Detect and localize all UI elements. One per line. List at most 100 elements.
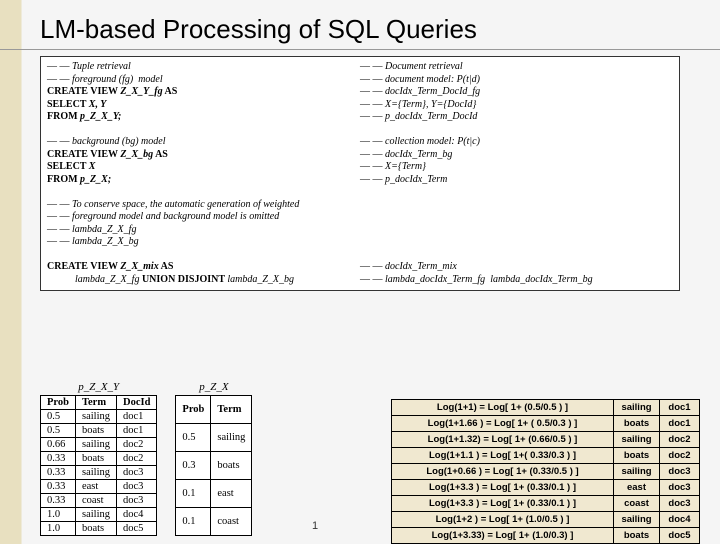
- sql-line: [360, 236, 673, 249]
- sql-line: [360, 199, 673, 212]
- table-cell: 0.3: [176, 452, 211, 480]
- table-cell: Log(1+2 ) = Log[ 1+ (1.0/0.5 ) ]: [392, 512, 614, 528]
- sql-line: — — Document retrieval: [360, 61, 673, 74]
- sql-line: — — foreground model and background mode…: [47, 211, 360, 224]
- table-cell: sailing: [614, 432, 660, 448]
- table-cell: 1.0: [41, 522, 76, 536]
- table-row: 1.0sailingdoc4: [41, 508, 157, 522]
- sql-line: CREATE VIEW Z_X_Y_fg AS: [47, 86, 360, 99]
- sql-line: — — lambda_Z_X_bg: [47, 236, 360, 249]
- table-cell: sailing: [614, 512, 660, 528]
- table-cell: sailing: [75, 508, 116, 522]
- table-row: 0.1coast: [176, 508, 252, 536]
- table-cell: doc2: [660, 448, 700, 464]
- table-row: Log(1+0.66 ) = Log[ 1+ (0.33/0.5 ) ]sail…: [392, 464, 700, 480]
- sql-line: [360, 224, 673, 237]
- sql-line: — — docIdx_Term_bg: [360, 149, 673, 162]
- sql-line: [360, 211, 673, 224]
- table-cell: boats: [614, 448, 660, 464]
- table-cell: 0.5: [41, 424, 76, 438]
- table-cell: 0.5: [41, 410, 76, 424]
- table-cell: Log(1+1.32) = Log[ 1+ (0.66/0.5 ) ]: [392, 432, 614, 448]
- table-row: 1.0boatsdoc5: [41, 522, 157, 536]
- table-cell: Log(1+3.3 ) = Log[ 1+ (0.33/0.1 ) ]: [392, 480, 614, 496]
- table1-caption: p_Z_X_Y: [40, 381, 157, 395]
- sql-line: FROM p_Z_X;: [47, 174, 360, 187]
- table-cell: doc3: [116, 466, 156, 480]
- slide-number: 1: [312, 520, 318, 532]
- table-row: Log(1+1.1 ) = Log[ 1+( 0.33/0.3 ) ]boats…: [392, 448, 700, 464]
- table-cell: Log(1+3.33) = Log[ 1+ (1.0/0.3) ]: [392, 528, 614, 544]
- table-row: 0.66sailingdoc2: [41, 438, 157, 452]
- table-cell: doc3: [116, 494, 156, 508]
- table-cell: doc5: [116, 522, 156, 536]
- table-cell: doc2: [116, 438, 156, 452]
- table-row: Log(1+1.32) = Log[ 1+ (0.66/0.5 ) ]saili…: [392, 432, 700, 448]
- table-cell: boats: [614, 528, 660, 544]
- sql-line: — — To conserve space, the automatic gen…: [47, 199, 360, 212]
- table-cell: sailing: [614, 400, 660, 416]
- table-cell: coast: [614, 496, 660, 512]
- table2-caption: p_Z_X: [175, 381, 252, 395]
- table-cell: doc4: [116, 508, 156, 522]
- table-row: 0.33coastdoc3: [41, 494, 157, 508]
- table-cell: doc3: [116, 480, 156, 494]
- table-cell: doc3: [660, 464, 700, 480]
- small-tables-container: p_Z_X_Y ProbTermDocId0.5sailingdoc10.5bo…: [40, 381, 252, 536]
- log-computation-table: Log(1+1) = Log[ 1+ (0.5/0.5 ) ]sailingdo…: [391, 399, 700, 544]
- table-cell: sailing: [75, 410, 116, 424]
- table-cell: Log(1+1) = Log[ 1+ (0.5/0.5 ) ]: [392, 400, 614, 416]
- table-cell: doc2: [660, 432, 700, 448]
- table-cell: 0.33: [41, 452, 76, 466]
- table-cell: east: [211, 480, 252, 508]
- sql-line: SELECT X, Y: [47, 99, 360, 112]
- table-row: Log(1+3.3 ) = Log[ 1+ (0.33/0.1 ) ]eastd…: [392, 480, 700, 496]
- sql-line: — — docIdx_Term_DocId_fg: [360, 86, 673, 99]
- table-row: 0.33boatsdoc2: [41, 452, 157, 466]
- sql-right-column: — — Document retrieval— — document model…: [360, 61, 673, 286]
- table-cell: doc2: [116, 452, 156, 466]
- table-cell: boats: [75, 522, 116, 536]
- table-cell: doc1: [116, 424, 156, 438]
- table-cell: doc1: [660, 400, 700, 416]
- table-cell: doc4: [660, 512, 700, 528]
- sql-line: — — lambda_docIdx_Term_fg lambda_docIdx_…: [360, 274, 673, 287]
- table-cell: boats: [75, 424, 116, 438]
- p-z-x-table: p_Z_X ProbTerm0.5sailing0.3boats0.1east0…: [175, 381, 252, 536]
- table-cell: Log(1+0.66 ) = Log[ 1+ (0.33/0.5 ) ]: [392, 464, 614, 480]
- table-row: 0.5boatsdoc1: [41, 424, 157, 438]
- table-cell: doc5: [660, 528, 700, 544]
- table-cell: doc1: [116, 410, 156, 424]
- sql-line: CREATE VIEW Z_X_mix AS: [47, 261, 360, 274]
- table-header: Prob: [41, 396, 76, 410]
- sql-line: — — docIdx_Term_mix: [360, 261, 673, 274]
- sql-line: [47, 249, 360, 262]
- table-row: Log(1+1) = Log[ 1+ (0.5/0.5 ) ]sailingdo…: [392, 400, 700, 416]
- sql-line: [360, 124, 673, 137]
- table-cell: 0.5: [176, 424, 211, 452]
- p-z-x-y-table: p_Z_X_Y ProbTermDocId0.5sailingdoc10.5bo…: [40, 381, 157, 536]
- table-cell: 0.66: [41, 438, 76, 452]
- sql-line: — — lambda_Z_X_fg: [47, 224, 360, 237]
- table-row: Log(1+3.3 ) = Log[ 1+ (0.33/0.1 ) ]coast…: [392, 496, 700, 512]
- table-header: DocId: [116, 396, 156, 410]
- sql-left-column: — — Tuple retrieval— — foreground (fg) m…: [47, 61, 360, 286]
- sql-code-frame: — — Tuple retrieval— — foreground (fg) m…: [40, 56, 680, 291]
- sql-line: — — X={Term}, Y={DocId}: [360, 99, 673, 112]
- table-cell: sailing: [75, 466, 116, 480]
- sql-line: — — foreground (fg) model: [47, 74, 360, 87]
- table-row: Log(1+3.33) = Log[ 1+ (1.0/0.3) ]boatsdo…: [392, 528, 700, 544]
- sql-line: lambda_Z_X_fg UNION DISJOINT lambda_Z_X_…: [47, 274, 360, 287]
- sql-line: [47, 124, 360, 137]
- table-header: Prob: [176, 396, 211, 424]
- table-row: 0.3boats: [176, 452, 252, 480]
- table-cell: east: [75, 480, 116, 494]
- table-cell: 1.0: [41, 508, 76, 522]
- sql-line: — — Tuple retrieval: [47, 61, 360, 74]
- table-cell: sailing: [614, 464, 660, 480]
- sql-line: — — document model: P(t|d): [360, 74, 673, 87]
- sql-line: — — collection model: P(t|c): [360, 136, 673, 149]
- table-cell: 0.1: [176, 508, 211, 536]
- table-header: Term: [75, 396, 116, 410]
- table-cell: sailing: [211, 424, 252, 452]
